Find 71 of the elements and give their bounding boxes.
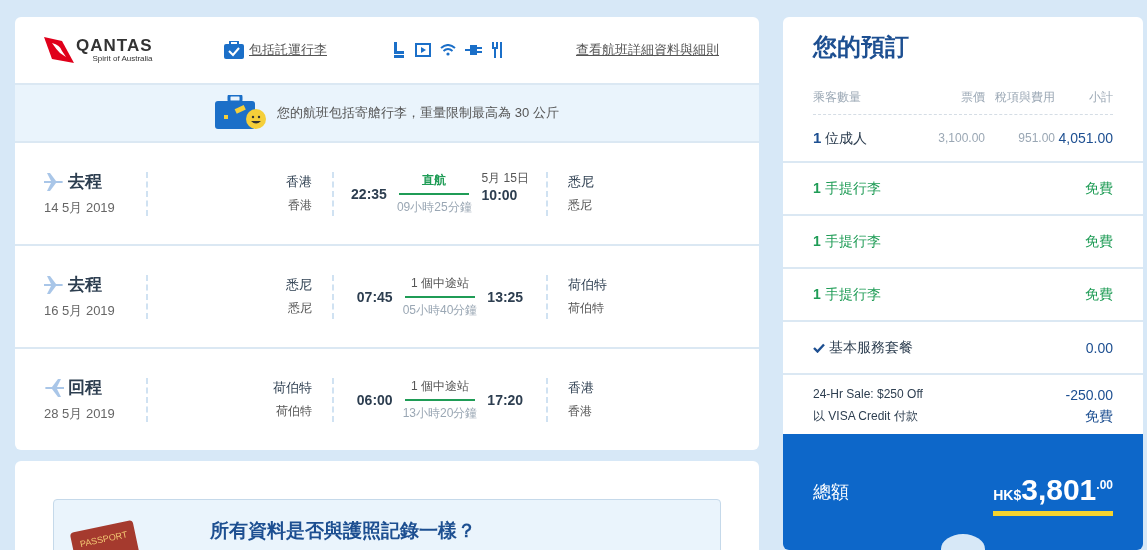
cutlery-icon	[492, 42, 504, 58]
item-price: 免費	[1085, 232, 1113, 251]
destination-city: 荷伯特	[568, 276, 607, 294]
baggage-notice: 您的航班包括寄艙行李，重量限制最高為 30 公斤	[277, 104, 559, 122]
included-baggage-link[interactable]: 包括託運行李	[249, 41, 327, 59]
arrival-date: 5月 15日	[481, 170, 529, 187]
logo-wordmark: QANTAS	[76, 37, 153, 54]
departure-time: 07:45	[356, 288, 393, 305]
flight-duration: 05小時40分鐘	[402, 301, 478, 319]
origin-airport: 荷伯特	[276, 403, 312, 420]
arrival-time: 13:25	[487, 288, 524, 305]
column-header: 票價	[960, 89, 985, 106]
seat-icon	[392, 42, 406, 58]
baggage-item: 1 手提行李	[813, 285, 881, 304]
check-icon	[813, 342, 825, 353]
destination-city: 香港	[568, 379, 594, 397]
item-price: 免費	[1085, 285, 1113, 304]
origin-city: 荷伯特	[273, 379, 312, 397]
suitcase-smiley-icon	[215, 95, 268, 131]
stops-label: 直航	[422, 171, 447, 189]
arrival-time: 10:00	[481, 187, 519, 203]
arrival-time: 17:20	[487, 391, 524, 408]
fare-amount: 3,100.00	[937, 131, 985, 145]
baggage-item: 1 手提行李	[813, 179, 881, 198]
airplane-icon	[44, 378, 64, 397]
leg-direction: 去程	[68, 274, 102, 296]
logo-tagline: Spirit of Australia	[92, 54, 153, 63]
wifi-icon	[440, 44, 456, 56]
stops-label: 1 個中途站	[411, 274, 469, 292]
airplane-icon	[44, 275, 64, 294]
stops-label: 1 個中途站	[411, 377, 469, 395]
passport-question: 所有資料是否與護照記錄一樣？	[210, 519, 476, 543]
destination-city: 悉尼	[568, 173, 594, 191]
origin-airport: 悉尼	[288, 300, 312, 317]
origin-city: 香港	[286, 173, 312, 191]
leg-date: 28 5月 2019	[44, 405, 116, 423]
leg-direction: 去程	[68, 171, 102, 193]
origin-airport: 香港	[288, 197, 312, 214]
item-price: 0.00	[1085, 339, 1113, 356]
airplane-icon	[44, 172, 64, 191]
item-price: 免費	[1085, 179, 1113, 198]
leg-date: 14 5月 2019	[44, 199, 116, 217]
flight-details-link[interactable]: 查看航班詳細資料與細則	[576, 41, 719, 59]
departure-time: 06:00	[356, 391, 393, 408]
total-amount: HK$3,801$^{.00}$	[993, 468, 1113, 516]
suitcase-check-icon	[224, 41, 244, 59]
column-header: 小計	[1088, 89, 1113, 106]
service-item: 基本服務套餐	[829, 338, 913, 357]
subtotal-amount: 4,051.00	[1057, 130, 1113, 146]
passenger-count: 1 位成人	[813, 128, 869, 148]
booking-title: 您的預訂	[813, 32, 910, 62]
adjustment-label: 24-Hr Sale: $250 Off	[813, 387, 923, 403]
destination-airport: 荷伯特	[568, 300, 605, 317]
flight-duration: 09小時25分鐘	[396, 198, 472, 216]
adjustment-value: 免費	[1085, 408, 1113, 426]
adjustment-label: 以 VISA Credit 付款	[813, 408, 918, 425]
total-label: 總額	[813, 481, 849, 504]
leg-date: 16 5月 2019	[44, 302, 116, 320]
destination-airport: 香港	[568, 403, 593, 420]
column-header: 稅項與費用	[994, 89, 1055, 106]
adjustment-value: -250.00	[1065, 387, 1113, 403]
power-plug-icon	[465, 44, 483, 56]
tax-amount: 951.00	[1017, 131, 1055, 145]
video-icon	[415, 43, 431, 57]
leg-direction: 回程	[68, 377, 102, 399]
flight-duration: 13小時20分鐘	[402, 404, 478, 422]
column-header: 乘客數量	[813, 89, 862, 106]
departure-time: 22:35	[351, 185, 387, 202]
baggage-item: 1 手提行李	[813, 232, 881, 251]
destination-airport: 悉尼	[568, 197, 593, 214]
origin-city: 悉尼	[286, 276, 312, 294]
